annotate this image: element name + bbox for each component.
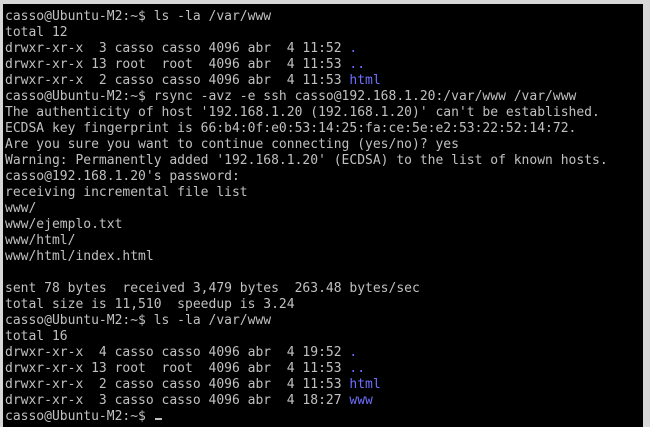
terminal-line: receiving incremental file list: [5, 185, 608, 201]
terminal-text: drwxr-xr-x 13 root root 4096 abr 4 11:53: [5, 57, 350, 72]
terminal-text: The authenticity of host '192.168.1.20 (…: [5, 105, 600, 120]
directory-name: ..: [349, 361, 366, 376]
terminal-text: drwxr-xr-x 13 root root 4096 abr 4 11:53: [5, 361, 350, 376]
terminal-text: drwxr-xr-x 4 casso casso 4096 abr 4 19:5…: [5, 345, 350, 360]
terminal-line: www/ejemplo.txt: [5, 217, 608, 233]
terminal-text: Are you sure you want to continue connec…: [5, 137, 459, 152]
directory-name: www: [349, 393, 373, 408]
terminal-text: sent 78 bytes received 3,479 bytes 263.4…: [5, 281, 420, 296]
terminal-line: casso@Ubuntu-M2:~$ ls -la /var/www: [5, 313, 608, 329]
terminal-line: drwxr-xr-x 3 casso casso 4096 abr 4 11:5…: [5, 41, 608, 57]
directory-name: .: [349, 345, 358, 360]
terminal-text: casso@Ubuntu-M2:~$ rsync -avz -e ssh cas…: [5, 89, 577, 104]
terminal-text: drwxr-xr-x 3 casso casso 4096 abr 4 11:5…: [5, 41, 350, 56]
terminal-line: Are you sure you want to continue connec…: [5, 137, 608, 153]
terminal-line: drwxr-xr-x 4 casso casso 4096 abr 4 19:5…: [5, 345, 608, 361]
terminal-line: casso@Ubuntu-M2:~$: [5, 409, 608, 425]
terminal-line: total 16: [5, 329, 608, 345]
terminal-text: www/: [5, 201, 37, 216]
terminal-line: drwxr-xr-x 2 casso casso 4096 abr 4 11:5…: [5, 73, 608, 89]
terminal-text: total size is 11,510 speedup is 3.24: [5, 297, 295, 312]
terminal-line: www/html/index.html: [5, 249, 608, 265]
text-cursor: [154, 418, 162, 420]
terminal-text: casso@Ubuntu-M2:~$ ls -la /var/www: [5, 9, 272, 24]
terminal-line: drwxr-xr-x 13 root root 4096 abr 4 11:53…: [5, 57, 608, 73]
directory-name: html: [349, 377, 381, 392]
terminal-line: casso@Ubuntu-M2:~$ rsync -avz -e ssh cas…: [5, 89, 608, 105]
terminal-text: total 16: [5, 329, 68, 344]
terminal-output[interactable]: casso@Ubuntu-M2:~$ ls -la /var/www total …: [5, 9, 608, 425]
directory-name: html: [349, 73, 381, 88]
terminal-line: drwxr-xr-x 3 casso casso 4096 abr 4 18:2…: [5, 393, 608, 409]
terminal-text: drwxr-xr-x 2 casso casso 4096 abr 4 11:5…: [5, 377, 350, 392]
terminal-text: Warning: Permanently added '192.168.1.20…: [5, 153, 608, 168]
terminal-line: ECDSA key fingerprint is 66:b4:0f:e0:53:…: [5, 121, 608, 137]
terminal-text: casso@Ubuntu-M2:~$: [5, 409, 154, 424]
terminal-window[interactable]: casso@Ubuntu-M2:~$ ls -la /var/www total …: [3, 4, 643, 427]
terminal-line: drwxr-xr-x 2 casso casso 4096 abr 4 11:5…: [5, 377, 608, 393]
terminal-text: drwxr-xr-x 3 casso casso 4096 abr 4 18:2…: [5, 393, 350, 408]
terminal-text: www/html/: [5, 233, 76, 248]
terminal-text: casso@192.168.1.20's password:: [5, 169, 240, 184]
terminal-text: ECDSA key fingerprint is 66:b4:0f:e0:53:…: [5, 121, 577, 136]
terminal-line: www/html/: [5, 233, 608, 249]
terminal-line: casso@Ubuntu-M2:~$ ls -la /var/www: [5, 9, 608, 25]
terminal-text: drwxr-xr-x 2 casso casso 4096 abr 4 11:5…: [5, 73, 350, 88]
terminal-text: casso@Ubuntu-M2:~$ ls -la /var/www: [5, 313, 272, 328]
terminal-line: total 12: [5, 25, 608, 41]
terminal-line: casso@192.168.1.20's password:: [5, 169, 608, 185]
terminal-line: drwxr-xr-x 13 root root 4096 abr 4 11:53…: [5, 361, 608, 377]
terminal-text: www/ejemplo.txt: [5, 217, 123, 232]
terminal-line: sent 78 bytes received 3,479 bytes 263.4…: [5, 281, 608, 297]
terminal-line: total size is 11,510 speedup is 3.24: [5, 297, 608, 313]
terminal-line: Warning: Permanently added '192.168.1.20…: [5, 153, 608, 169]
directory-name: .: [349, 41, 358, 56]
terminal-line: The authenticity of host '192.168.1.20 (…: [5, 105, 608, 121]
terminal-text: www/html/index.html: [5, 249, 154, 264]
directory-name: ..: [349, 57, 366, 72]
terminal-line: www/: [5, 201, 608, 217]
terminal-text: receiving incremental file list: [5, 185, 248, 200]
terminal-text: total 12: [5, 25, 68, 40]
